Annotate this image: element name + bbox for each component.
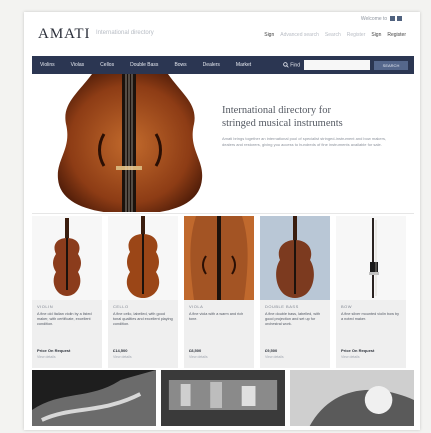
card-description: A fine old Italian violin by a listed ma… (37, 312, 92, 326)
instrument-detail-image (290, 370, 414, 426)
hands-playing-image (32, 370, 156, 426)
nav-item-dealers[interactable]: Dealers (195, 62, 228, 68)
hero-description: Amati brings together an international p… (222, 136, 387, 147)
card-double-bass[interactable]: DOUBLE BASS A fine double bass, labelled… (260, 216, 330, 368)
nav-item-bows[interactable]: Bows (166, 62, 194, 68)
card-price: £9,500 (265, 348, 278, 353)
card-description: A fine silver mounted violin bow by a no… (341, 312, 400, 321)
card-price: Price On Request (37, 348, 71, 353)
top-link-sign-in[interactable]: Sign (264, 32, 274, 38)
divider (32, 213, 414, 214)
violin-icon (53, 218, 81, 296)
card-label: VIOLIN (37, 304, 54, 309)
find-text: Find (290, 62, 300, 69)
site-logo[interactable]: AMATI (38, 26, 91, 43)
card-cello[interactable]: CELLO A fine cello, labelled, with good … (108, 216, 178, 368)
workshop-image (161, 370, 285, 426)
main-nav: Violins Violas Cellos Double Bass Bows D… (32, 56, 414, 74)
nav-item-double-bass[interactable]: Double Bass (122, 62, 166, 68)
card-violin[interactable]: VIOLIN A fine old Italian violin by a li… (32, 216, 102, 368)
hero-text: International directory for stringed mus… (222, 104, 400, 148)
card-label: VIOLA (189, 304, 204, 309)
card-description: A fine viola with a warm and rich tone. (189, 312, 244, 321)
welcome-area: Welcome to (361, 16, 402, 22)
top-link-advanced[interactable]: Advanced search (280, 32, 319, 38)
card-link[interactable]: View details (37, 355, 56, 359)
welcome-text: Welcome to (360, 16, 388, 22)
gallery-photo-3[interactable] (290, 370, 414, 426)
gallery-strip (32, 370, 414, 426)
card-label: DOUBLE BASS (265, 304, 299, 309)
gallery-photo-2[interactable] (161, 370, 285, 426)
header: AMATI International directory Welcome to… (32, 12, 412, 52)
viola-icon (184, 216, 254, 300)
top-link-register[interactable]: Register (347, 32, 366, 38)
double-bass-icon (276, 216, 314, 298)
card-link[interactable]: View details (265, 355, 284, 359)
cello-icon (126, 216, 160, 298)
twitter-icon[interactable] (397, 16, 402, 22)
bow-icon (369, 218, 379, 298)
gallery-photo-1[interactable] (32, 370, 156, 426)
card-description: A fine cello, labelled, with good tonal … (113, 312, 173, 326)
bow-image (336, 216, 406, 300)
hero-cello-image (57, 74, 203, 212)
find-label: Find (283, 62, 300, 68)
top-links: Sign Advanced search Search Register Sig… (264, 32, 406, 38)
hero-title-line2: stringed musical instruments (222, 118, 343, 129)
hero-title: International directory for stringed mus… (222, 104, 400, 130)
card-price: £14,500 (113, 348, 128, 353)
card-link[interactable]: View details (341, 355, 360, 359)
top-link-register-2[interactable]: Register (387, 32, 406, 38)
card-price: Price On Request (341, 348, 375, 353)
viola-image (184, 216, 254, 300)
nav-item-violins[interactable]: Violins (32, 62, 63, 68)
card-price: £8,500 (189, 348, 202, 353)
instrument-cards: VIOLIN A fine old Italian violin by a li… (32, 216, 414, 368)
cello-image (108, 216, 178, 300)
card-viola[interactable]: VIOLA A fine viola with a warm and rich … (184, 216, 254, 368)
double-bass-image (260, 216, 330, 300)
card-label: BOW (341, 304, 353, 309)
hero-section: International directory for stringed mus… (32, 74, 414, 212)
card-link[interactable]: View details (189, 355, 208, 359)
site-tagline: International directory (96, 30, 154, 36)
card-bow[interactable]: BOW A fine silver mounted violin bow by … (336, 216, 406, 368)
nav-item-violas[interactable]: Violas (63, 62, 93, 68)
card-description: A fine double bass, labelled, with good … (265, 312, 321, 326)
search-button[interactable]: SEARCH (374, 60, 408, 70)
web-page: AMATI International directory Welcome to… (24, 12, 420, 430)
card-link[interactable]: View details (113, 355, 132, 359)
hero-title-line1: International directory for (222, 105, 332, 116)
nav-item-cellos[interactable]: Cellos (92, 62, 122, 68)
search-input[interactable] (304, 60, 370, 70)
card-label: CELLO (113, 304, 129, 309)
top-link-sign[interactable]: Sign (371, 32, 381, 38)
violin-image (32, 216, 102, 300)
facebook-icon[interactable] (389, 16, 395, 22)
top-link-search[interactable]: Search (325, 32, 341, 38)
nav-item-market[interactable]: Market (228, 62, 259, 68)
search-icon (283, 62, 289, 68)
